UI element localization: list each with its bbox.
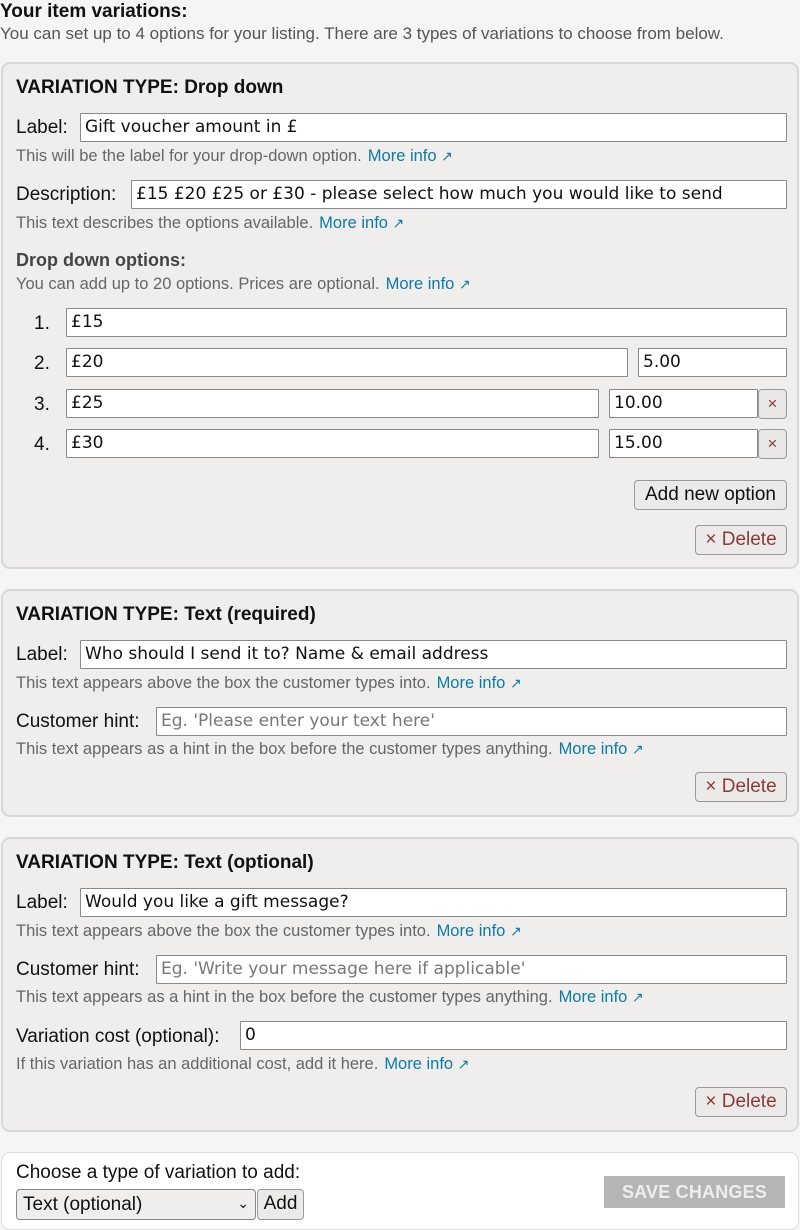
help-text: This text appears as a hint in the box b…: [16, 988, 553, 1006]
external-link-icon: ↗: [457, 1056, 470, 1072]
help-text: This text appears above the box the cust…: [16, 674, 431, 692]
label-caption: Label:: [16, 892, 68, 913]
more-info-link[interactable]: More info ↗: [368, 147, 453, 165]
external-link-icon: ↗: [392, 215, 405, 231]
more-info-link[interactable]: More info ↗: [559, 988, 644, 1006]
option-name-input[interactable]: £15: [66, 308, 787, 337]
add-variation-caption: Choose a type of variation to add:: [16, 1162, 301, 1183]
customer-hint-input[interactable]: Eg. 'Write your message here if applicab…: [156, 955, 787, 984]
option-number: 3.: [34, 394, 50, 415]
option-number: 4.: [34, 434, 50, 455]
external-link-icon: ↗: [631, 989, 644, 1005]
variation-type-select[interactable]: Text (optional) ⌄: [16, 1189, 256, 1220]
label-input[interactable]: Who should I send it to? Name & email ad…: [80, 640, 787, 669]
hint-help: This text appears as a hint in the box b…: [16, 740, 644, 759]
label-help: This will be the label for your drop-dow…: [16, 147, 453, 166]
panel-title: VARIATION TYPE: Drop down: [16, 77, 284, 98]
options-heading: Drop down options:: [16, 250, 186, 270]
add-variation-bar: Choose a type of variation to add: Text …: [1, 1152, 799, 1230]
help-text: This text appears above the box the cust…: [16, 922, 431, 940]
external-link-icon: ↗: [458, 276, 471, 292]
label-help: This text appears above the box the cust…: [16, 674, 522, 693]
label-input[interactable]: Would you like a gift message?: [80, 888, 787, 917]
variation-panel-text-optional: VARIATION TYPE: Text (optional) Label: W…: [1, 837, 799, 1132]
save-changes-button[interactable]: SAVE CHANGES: [604, 1176, 785, 1208]
customer-hint-input[interactable]: Eg. 'Please enter your text here': [156, 707, 787, 736]
options-help: You can add up to 20 options. Prices are…: [16, 275, 471, 294]
help-text: You can add up to 20 options. Prices are…: [16, 275, 380, 293]
external-link-icon: ↗: [509, 675, 522, 691]
more-info-link[interactable]: More info ↗: [437, 674, 522, 692]
cost-help: If this variation has an additional cost…: [16, 1055, 469, 1074]
label-help: This text appears above the box the cust…: [16, 922, 522, 941]
option-name-input[interactable]: £25: [66, 389, 599, 418]
panel-title: VARIATION TYPE: Text (required): [16, 604, 316, 625]
chevron-down-icon: ⌄: [237, 1195, 249, 1211]
more-info-link[interactable]: More info ↗: [437, 922, 522, 940]
cost-caption: Variation cost (optional):: [16, 1026, 220, 1047]
more-info-link[interactable]: More info ↗: [559, 740, 644, 758]
help-text: This text appears as a hint in the box b…: [16, 740, 553, 758]
option-price-input[interactable]: 5.00: [638, 348, 787, 377]
delete-variation-button[interactable]: × Delete: [695, 1087, 787, 1117]
external-link-icon: ↗: [509, 923, 522, 939]
select-value: Text (optional): [23, 1194, 143, 1215]
label-caption: Label:: [16, 117, 68, 138]
page-title: Your item variations:: [0, 1, 188, 22]
page-subtitle: You can set up to 4 options for your lis…: [0, 24, 724, 43]
add-variation-button[interactable]: Add: [257, 1189, 304, 1220]
option-price-input[interactable]: 15.00: [609, 429, 758, 458]
option-number: 2.: [34, 353, 50, 374]
description-input[interactable]: £15 £20 £25 or £30 - please select how m…: [131, 180, 787, 209]
hint-caption: Customer hint:: [16, 711, 140, 732]
option-name-input[interactable]: £30: [66, 429, 599, 458]
delete-variation-button[interactable]: × Delete: [695, 525, 787, 555]
hint-caption: Customer hint:: [16, 959, 140, 980]
variation-cost-input[interactable]: 0: [240, 1021, 787, 1050]
external-link-icon: ↗: [631, 741, 644, 757]
more-info-link[interactable]: More info ↗: [386, 275, 471, 293]
remove-option-button[interactable]: ×: [758, 389, 787, 419]
variation-panel-text-required: VARIATION TYPE: Text (required) Label: W…: [1, 589, 799, 817]
more-info-link[interactable]: More info ↗: [384, 1055, 469, 1073]
help-text: This text describes the options availabl…: [16, 214, 314, 232]
help-text: This will be the label for your drop-dow…: [16, 147, 362, 165]
option-name-input[interactable]: £20: [66, 348, 628, 377]
label-input[interactable]: Gift voucher amount in £: [80, 113, 787, 142]
description-caption: Description:: [16, 184, 117, 205]
hint-help: This text appears as a hint in the box b…: [16, 988, 644, 1007]
remove-option-button[interactable]: ×: [758, 429, 787, 459]
option-number: 1.: [34, 313, 50, 334]
help-text: If this variation has an additional cost…: [16, 1055, 379, 1073]
delete-variation-button[interactable]: × Delete: [695, 772, 787, 802]
description-help: This text describes the options availabl…: [16, 214, 404, 233]
label-caption: Label:: [16, 644, 68, 665]
add-new-option-button[interactable]: Add new option: [634, 480, 787, 510]
panel-title: VARIATION TYPE: Text (optional): [16, 852, 314, 873]
option-price-input[interactable]: 10.00: [609, 389, 758, 418]
variation-panel-dropdown: VARIATION TYPE: Drop down Label: Gift vo…: [1, 62, 799, 569]
more-info-link[interactable]: More info ↗: [319, 214, 404, 232]
external-link-icon: ↗: [441, 148, 453, 164]
